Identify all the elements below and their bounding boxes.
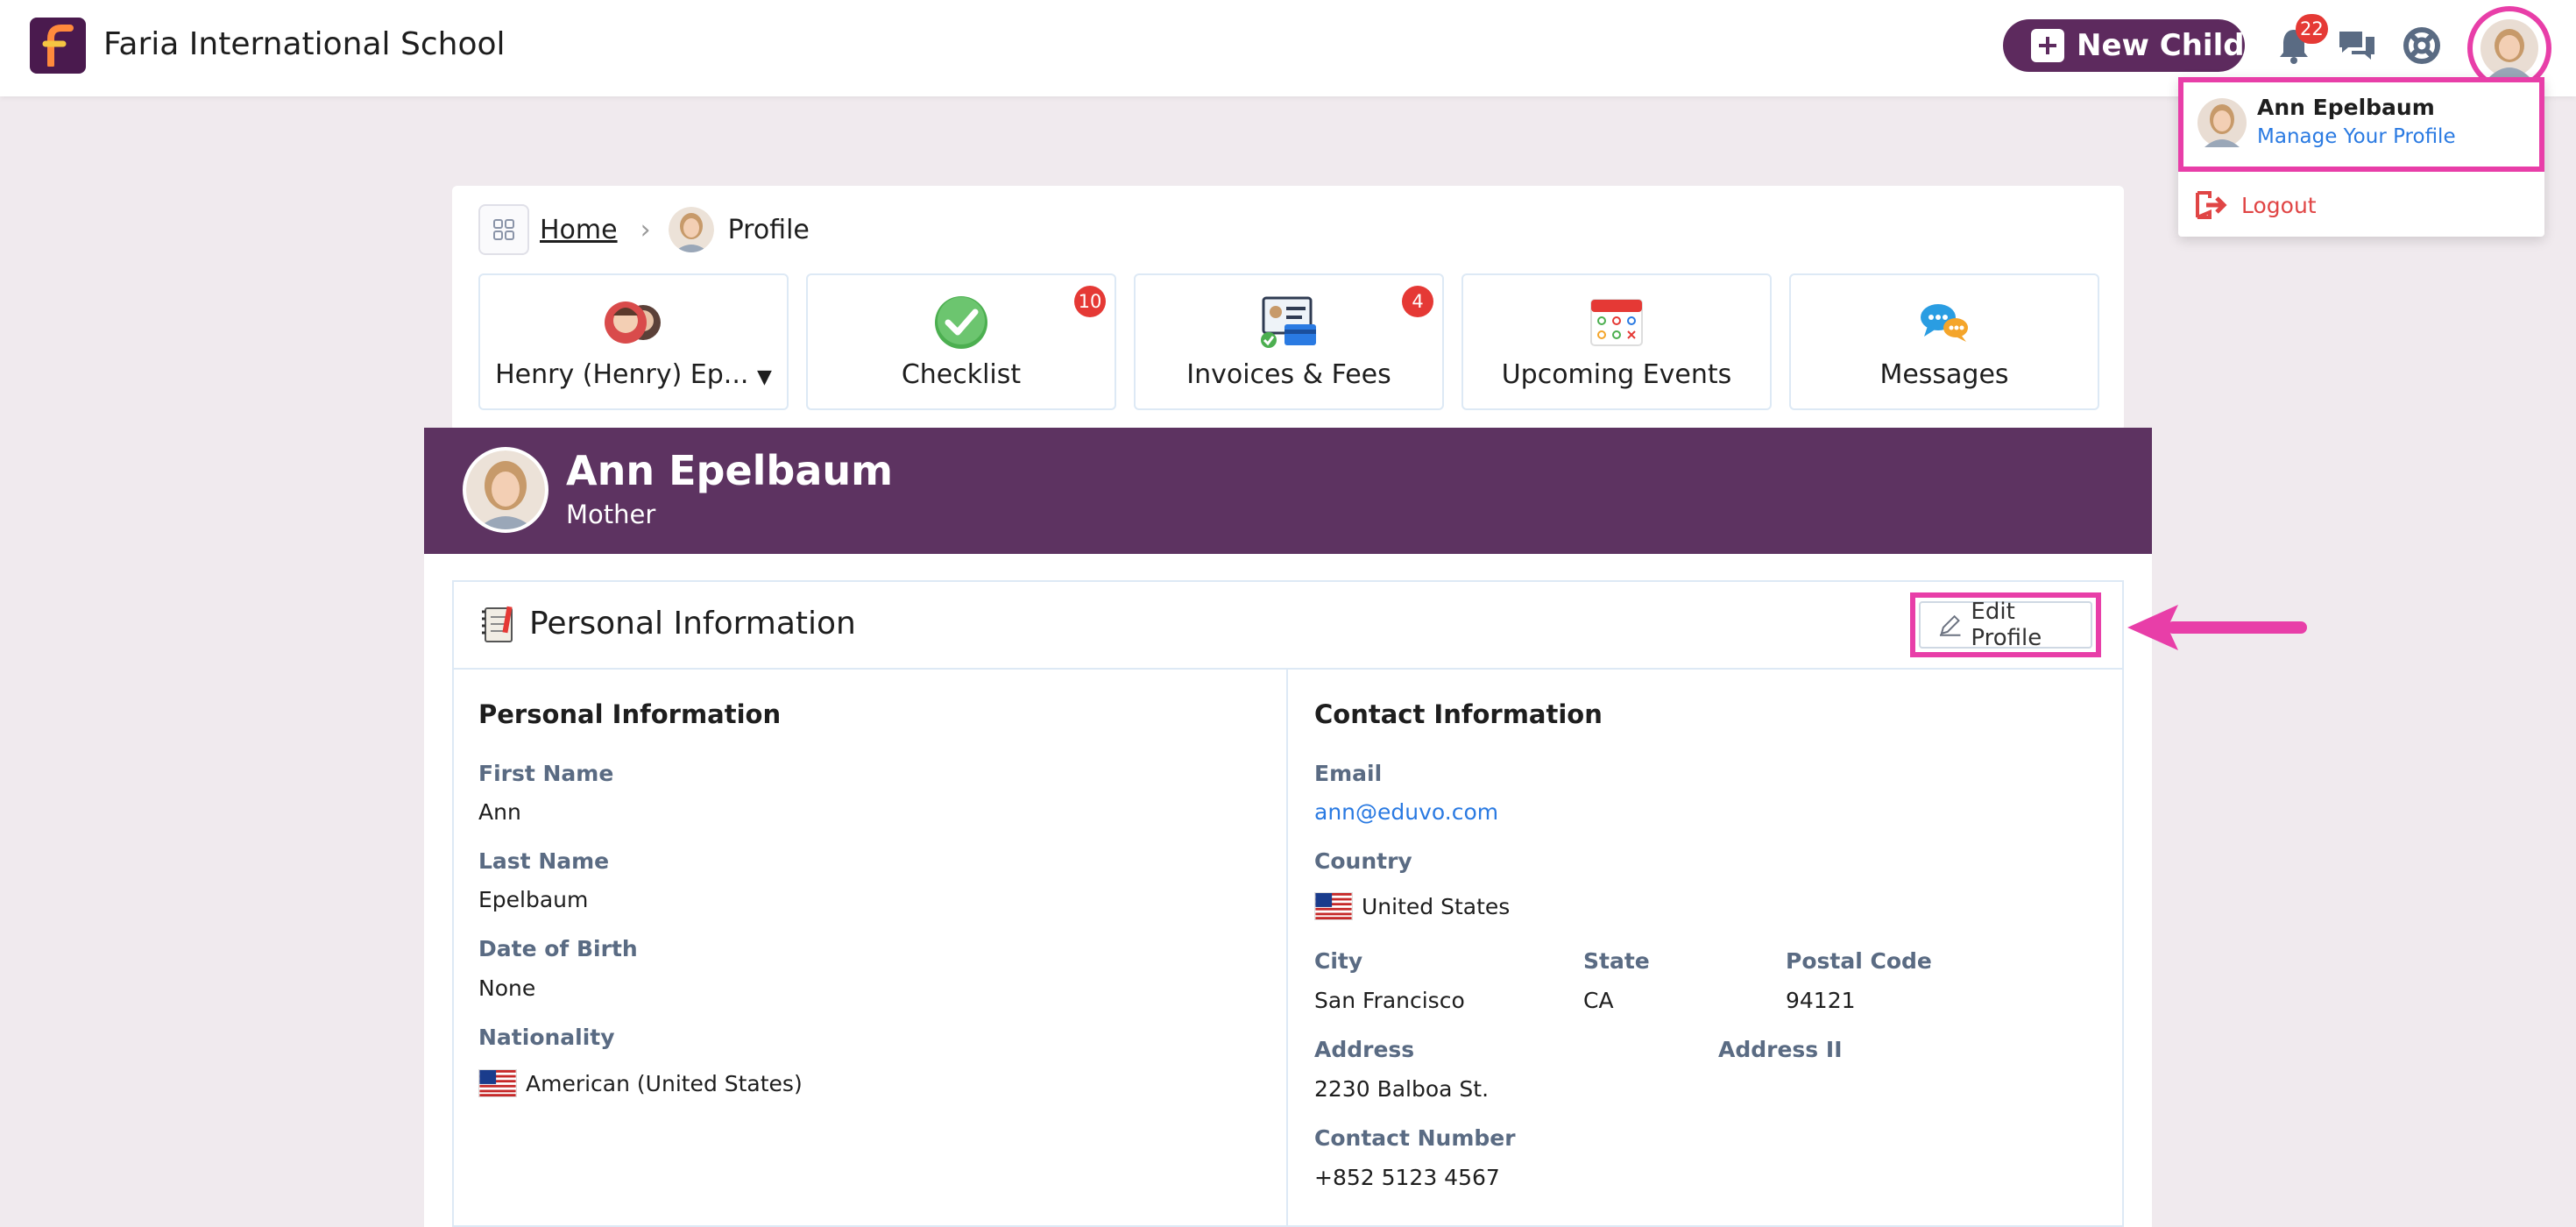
invoices-badge: 4 [1402,286,1433,317]
tile-label: Messages [1879,359,2009,390]
grid-icon [493,219,514,240]
arrow-left-annotation-icon [2127,605,2307,650]
tile-child-switcher[interactable]: Henry (Henry) Ep... ▼ [478,273,789,410]
plus-icon [2031,29,2064,62]
panel-title: Personal Information [529,606,856,642]
chevron-right-icon: › [640,214,651,245]
checkmark-icon [935,296,987,349]
logout-menu-item[interactable]: Logout [2194,188,2317,223]
help-lifebuoy-icon[interactable] [2401,25,2443,67]
tile-label: Henry (Henry) Ep... ▼ [495,359,772,390]
address-label: Address [1314,1037,1415,1062]
logout-label: Logout [2241,192,2317,218]
dob-label: Date of Birth [478,936,638,961]
panel-header-divider [452,668,2124,670]
country-value: United States [1362,894,1511,919]
profile-role: Mother [566,500,656,529]
country-label: Country [1314,848,1412,874]
caret-down-icon: ▼ [756,366,772,388]
personal-information-panel [452,580,2124,1227]
first-name-value: Ann [478,799,521,825]
dropdown-avatar [2197,98,2247,147]
chat-icon[interactable] [2336,25,2378,67]
postal-code-value: 94121 [1786,988,1856,1013]
first-name-label: First Name [478,761,614,786]
school-logo[interactable] [30,18,86,74]
breadcrumb-home-link[interactable]: Home [540,215,618,245]
new-child-button[interactable]: New Child [2003,19,2245,72]
contact-number-label: Contact Number [1314,1125,1516,1151]
contact-section-heading: Contact Information [1314,699,1603,729]
edit-profile-button[interactable]: Edit Profile [1919,599,2092,651]
email-label: Email [1314,761,1383,786]
us-flag-icon [1314,892,1353,920]
f-logo-icon [42,25,74,67]
contact-number-value: +852 5123 4567 [1314,1165,1500,1190]
notebook-icon [482,606,513,642]
new-child-label: New Child [2077,28,2245,63]
checklist-badge: 10 [1074,286,1106,317]
nationality-label: Nationality [478,1025,615,1050]
state-label: State [1583,948,1650,974]
calendar-icon [1590,299,1643,346]
state-value: CA [1583,988,1614,1013]
breadcrumb-avatar [668,207,714,252]
tile-label: Checklist [901,359,1022,390]
tile-upcoming-events[interactable]: Upcoming Events [1461,273,1772,410]
pencil-icon [1939,614,1961,636]
breadcrumb-current: Profile [727,214,810,245]
last-name-label: Last Name [478,848,610,874]
edit-profile-label: Edit Profile [1971,599,2042,651]
dropdown-user-name: Ann Epelbaum [2257,95,2435,120]
tile-invoices-fees[interactable]: 4 Invoices & Fees [1134,273,1444,410]
avatar [2480,19,2538,77]
apps-grid-button[interactable] [478,204,529,255]
us-flag-icon [478,1069,517,1097]
breadcrumb: Home › Profile [478,204,810,255]
last-name-value: Epelbaum [478,887,589,912]
tile-label: Invoices & Fees [1186,359,1391,390]
profile-name: Ann Epelbaum [566,447,894,494]
logout-icon [2196,191,2227,219]
city-value: San Francisco [1314,988,1465,1013]
tile-messages[interactable]: Messages [1789,273,2099,410]
speech-bubbles-icon [1921,304,1968,342]
address-value: 2230 Balboa St. [1314,1076,1490,1102]
city-label: City [1314,948,1363,974]
profile-avatar [463,447,548,533]
postal-code-label: Postal Code [1786,948,1932,974]
children-avatars-icon [605,301,661,344]
school-name: Faria International School [103,26,506,62]
column-divider [1286,670,1288,1227]
personal-section-heading: Personal Information [478,699,782,729]
nationality-value: American (United States) [526,1071,803,1096]
tile-checklist[interactable]: 10 Checklist [806,273,1116,410]
email-link[interactable]: ann@eduvo.com [1314,799,1498,825]
notification-badge: 22 [2296,14,2328,44]
dob-value: None [478,975,536,1001]
manage-profile-link[interactable]: Manage Your Profile [2257,125,2456,148]
invoice-card-icon [1261,296,1316,348]
address2-label: Address II [1718,1037,1843,1062]
tile-label: Upcoming Events [1501,359,1732,390]
